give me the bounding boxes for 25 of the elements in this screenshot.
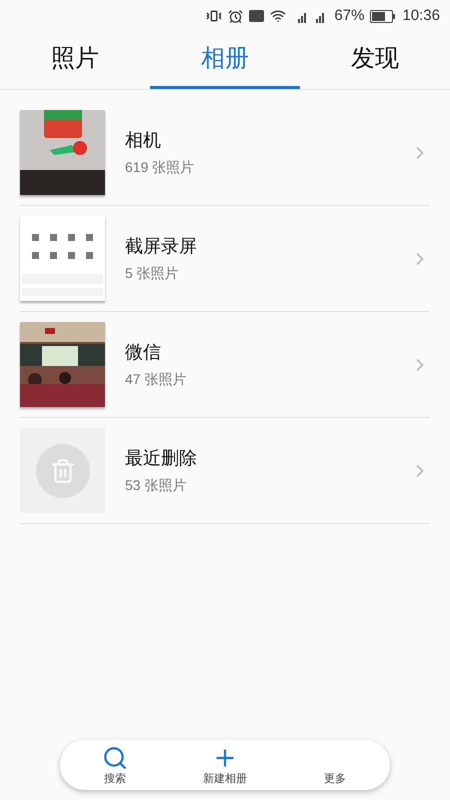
- tab[interactable]: 发现: [300, 32, 450, 89]
- alarm-icon: [228, 8, 244, 24]
- toolbar-button[interactable]: 新建相册: [170, 740, 280, 790]
- album-name: 截屏录屏: [125, 235, 198, 258]
- photo-count: 53 张照片: [125, 476, 188, 495]
- photo-count: 47 张照片: [125, 370, 188, 389]
- photo-count: 619 张照片: [125, 158, 196, 177]
- battery-percent: 67%: [334, 6, 364, 26]
- tab[interactable]: 照片: [0, 32, 150, 89]
- album-row[interactable]: 相机 619 张照片: [20, 100, 430, 206]
- clock-time: 10:36: [402, 6, 440, 26]
- toolbar-button[interactable]: 搜索: [60, 740, 170, 790]
- album-name: 相机: [125, 129, 162, 152]
- toolbar-button[interactable]: 更多: [280, 740, 390, 790]
- album-row[interactable]: 微信 47 张照片: [20, 312, 430, 418]
- vibrate-icon: [206, 8, 222, 24]
- album-name: 微信: [125, 341, 162, 364]
- album-name: 最近删除: [125, 447, 198, 470]
- wifi-icon: [270, 8, 286, 24]
- photo-count: 5 张照片: [125, 264, 180, 283]
- album-row[interactable]: 截屏录屏 5 张照片: [20, 206, 430, 312]
- tab[interactable]: 相册: [150, 32, 300, 89]
- search-icon: [102, 744, 128, 770]
- battery-icon: [370, 10, 396, 22]
- album-row[interactable]: 最近删除 53 张照片: [20, 418, 430, 524]
